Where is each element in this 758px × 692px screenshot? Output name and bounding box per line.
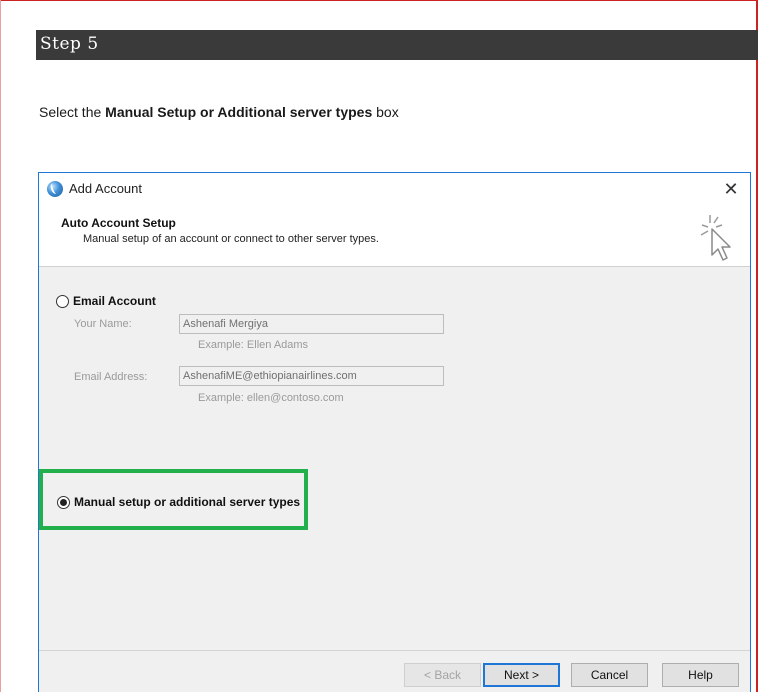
- add-account-dialog: Add Account ✕ Auto Account Setup Manual …: [38, 172, 751, 692]
- email-account-label[interactable]: Email Account: [73, 294, 156, 308]
- step-title: Step 5: [40, 34, 99, 54]
- your-name-example: Example: Ellen Adams: [198, 339, 309, 351]
- dialog-header: Auto Account Setup Manual setup of an ac…: [39, 205, 750, 267]
- back-button[interactable]: < Back: [404, 663, 481, 687]
- next-button[interactable]: Next >: [483, 663, 560, 687]
- page-border-top: [0, 0, 758, 1]
- instruction-prefix: Select the: [39, 104, 106, 120]
- instruction-suffix: box: [372, 104, 399, 120]
- footer-divider: [39, 650, 750, 651]
- manual-setup-label[interactable]: Manual setup or additional server types: [74, 495, 300, 509]
- your-name-input[interactable]: Ashenafi Mergiya: [179, 314, 444, 334]
- page-border-left: [0, 0, 1, 692]
- dialog-title: Add Account: [69, 181, 142, 196]
- step-banner: Step 5: [36, 30, 758, 60]
- instruction-text: Select the Manual Setup or Additional se…: [39, 104, 399, 120]
- section-subtitle: Manual setup of an account or connect to…: [83, 233, 379, 245]
- email-account-radio[interactable]: [56, 295, 69, 308]
- your-name-label: Your Name:: [74, 318, 132, 330]
- manual-setup-radio[interactable]: [57, 496, 70, 509]
- email-address-input[interactable]: AshenafiME@ethiopianairlines.com: [179, 366, 444, 386]
- instruction-bold: Manual Setup or Additional server types: [105, 104, 373, 120]
- sparkle-cursor-icon: [700, 215, 731, 261]
- close-icon[interactable]: ✕: [718, 176, 744, 202]
- outlook-globe-icon: [47, 181, 63, 197]
- email-address-example: Example: ellen@contoso.com: [198, 392, 344, 404]
- cancel-button[interactable]: Cancel: [571, 663, 648, 687]
- email-address-label: Email Address:: [74, 371, 148, 383]
- help-button[interactable]: Help: [662, 663, 739, 687]
- dialog-titlebar: Add Account ✕: [39, 173, 750, 205]
- section-heading: Auto Account Setup: [61, 216, 176, 230]
